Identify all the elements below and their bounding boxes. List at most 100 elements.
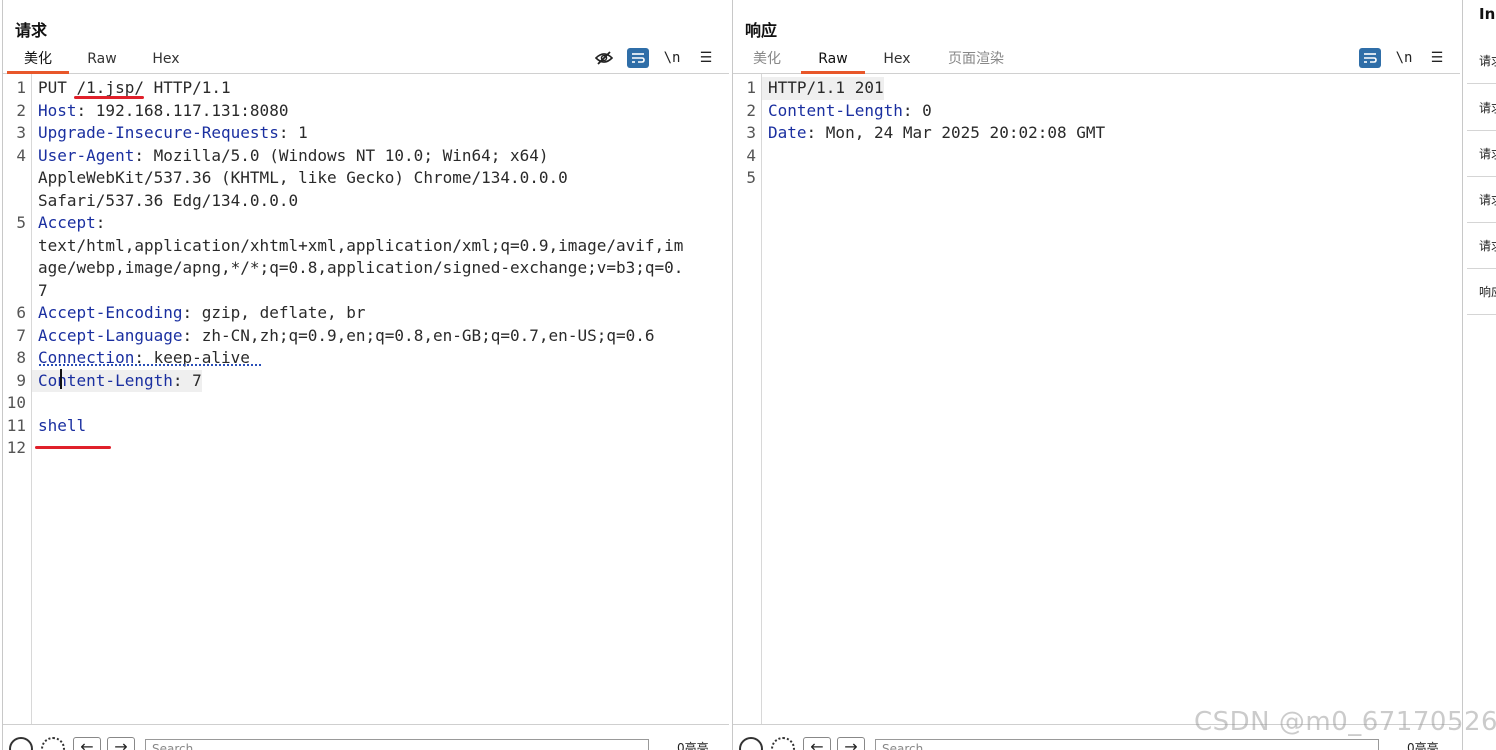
line-text: shell: [32, 415, 86, 438]
code-line: 3 Upgrade-Insecure-Requests: 1: [3, 122, 729, 145]
menu-button[interactable]: ☰: [695, 48, 717, 68]
line-text: User-Agent: Mozilla/5.0 (Windows NT 10.0…: [32, 145, 549, 168]
code-line: 8 Connection: keep-alive: [3, 347, 729, 370]
code-line: 5 Accept:: [3, 212, 729, 235]
inspector-panel: Ins 请求 请求 请求 请求 请求 响应: [1462, 0, 1496, 750]
inspector-item[interactable]: 请求: [1467, 85, 1496, 131]
line-number: 7: [16, 325, 26, 345]
inspector-item[interactable]: 响应: [1467, 269, 1496, 315]
response-lines: 1 HTTP/1.1 201 2 Content-Length: 0 3 Date: Mo…: [733, 77, 1460, 190]
line-text: AppleWebKit/537.36 (KHTML, like Gecko) C…: [32, 167, 568, 190]
back-arrow-icon[interactable]: ←: [73, 737, 101, 750]
tab-pretty[interactable]: 美化: [7, 49, 69, 74]
help-icon[interactable]: [9, 737, 33, 750]
help-icon[interactable]: [739, 737, 763, 750]
header-value: Safari/537.36 Edg/134.0.0.0: [38, 190, 299, 210]
line-number: [3, 190, 32, 213]
code-line: 3 Date: Mon, 24 Mar 2025 20:02:08 GMT: [733, 122, 1460, 145]
code-line: 2 Host: 192.168.117.131:8080: [3, 100, 729, 123]
code-line: 2 Content-Length: 0: [733, 100, 1460, 123]
line-number: 9: [16, 370, 26, 390]
line-number: 10: [6, 393, 26, 412]
request-lines: 1 PUT /1.jsp/ HTTP/1.1 2 Host: 192.168.117.…: [3, 77, 729, 460]
tab-pretty[interactable]: 美化: [739, 49, 795, 74]
response-editor[interactable]: 1 HTTP/1.1 201 2 Content-Length: 0 3 Date: Mo…: [733, 74, 1460, 724]
request-editor[interactable]: 1 PUT /1.jsp/ HTTP/1.1 2 Host: 192.168.117.…: [3, 74, 729, 724]
inspector-item[interactable]: 请求: [1467, 223, 1496, 269]
tab-render[interactable]: 页面渲染: [941, 49, 1011, 74]
line-text: Date: Mon, 24 Mar 2025 20:02:08 GMT: [762, 122, 1105, 145]
line-number: 5: [746, 168, 756, 187]
hide-nonprintable-button[interactable]: [593, 48, 615, 68]
code-line: 10: [3, 392, 729, 415]
line-text: [762, 167, 768, 190]
show-newlines-button[interactable]: \n: [1393, 48, 1415, 68]
search-input[interactable]: Search: [145, 739, 649, 750]
tab-hex[interactable]: Hex: [875, 49, 919, 74]
tab-raw[interactable]: Raw: [801, 49, 865, 74]
tab-raw[interactable]: Raw: [81, 49, 123, 74]
header-value: PUT /1.jsp/ HTTP/1.1: [38, 78, 231, 97]
request-title: 请求: [15, 21, 48, 40]
line-text: Accept:: [32, 212, 105, 235]
text-cursor: [60, 369, 62, 389]
menu-button[interactable]: ☰: [1426, 48, 1448, 68]
response-tabs: 美化 Raw Hex 页面渲染: [733, 46, 1460, 74]
wrap-icon: [632, 53, 645, 63]
code-line: age/webp,image/apng,*/*;q=0.8,applicatio…: [3, 257, 729, 280]
line-text: [762, 145, 768, 168]
header-name: Host: [38, 100, 77, 120]
header-name: Content-Length: [768, 100, 903, 120]
settings-gear-icon[interactable]: [771, 737, 795, 750]
wrap-lines-button[interactable]: [1359, 48, 1381, 68]
back-arrow-icon[interactable]: ←: [803, 737, 831, 750]
wrap-lines-button[interactable]: [627, 48, 649, 68]
search-input[interactable]: Search: [875, 739, 1379, 750]
inspector-item[interactable]: 请求: [1467, 177, 1496, 223]
line-number: 8: [16, 348, 26, 367]
code-line: 4 User-Agent: Mozilla/5.0 (Windows NT 10.…: [3, 145, 729, 168]
tab-hex[interactable]: Hex: [145, 49, 187, 74]
line-text: Safari/537.36 Edg/134.0.0.0: [32, 190, 298, 213]
line-text: Accept-Encoding: gzip, deflate, br: [32, 302, 366, 325]
line-number: [3, 257, 32, 280]
line-number: 1: [16, 78, 26, 97]
code-line: 5: [733, 167, 1460, 190]
header-name: Upgrade-Insecure-Requests: [38, 123, 279, 142]
inspector-item[interactable]: 请求: [1467, 131, 1496, 177]
code-line: AppleWebKit/537.36 (KHTML, like Gecko) C…: [3, 167, 729, 190]
inspector-item[interactable]: 请求: [1467, 38, 1496, 84]
line-number: 5: [16, 213, 26, 232]
forward-arrow-icon[interactable]: →: [837, 737, 865, 750]
line-number: 1: [746, 78, 756, 97]
request-bottom-bar: ← → Search 0高亮: [3, 724, 729, 750]
annotation-underline-body: [35, 446, 111, 449]
code-line: 7: [3, 280, 729, 303]
settings-gear-icon[interactable]: [41, 737, 65, 750]
watermark: CSDN @m0_67170526: [1194, 707, 1496, 737]
line-number: 12: [6, 438, 26, 457]
show-newlines-button[interactable]: \n: [661, 48, 683, 68]
header-name: Accept: [38, 213, 96, 232]
header-name: Accept-Language: [38, 325, 183, 345]
code-line: 7 Accept-Language: zh-CN,zh;q=0.9,en;q=0.…: [3, 325, 729, 348]
code-line: 11 shell: [3, 415, 729, 438]
header-value: age/webp,image/apng,*/*;q=0.8,applicatio…: [38, 258, 684, 277]
line-number: 4: [16, 145, 26, 165]
line-number: 3: [16, 123, 26, 142]
header-value: : Mozilla/5.0 (Windows NT 10.0; Win64; x…: [134, 145, 549, 165]
header-value: HTTP/1.1 201: [768, 78, 884, 97]
header-value: : Mon, 24 Mar 2025 20:02:08 GMT: [806, 123, 1106, 142]
eye-off-icon: [595, 51, 613, 65]
code-line: 6 Accept-Encoding: gzip, deflate, br: [3, 302, 729, 325]
header-name: shell: [38, 415, 87, 435]
header-name: User-Agent: [38, 145, 135, 165]
wrap-icon: [1364, 53, 1377, 63]
line-number: [3, 167, 32, 190]
code-line: text/html,application/xhtml+xml,applicat…: [3, 235, 729, 258]
header-name: Content-Length: [38, 370, 173, 390]
line-number: [3, 235, 32, 258]
line-text: Host: 192.168.117.131:8080: [32, 100, 288, 123]
request-panel: 请求 美化 Raw Hex \n ☰ 1 PUT /1.jsp/ HTTP/1.1…: [2, 0, 729, 750]
forward-arrow-icon[interactable]: →: [107, 737, 135, 750]
